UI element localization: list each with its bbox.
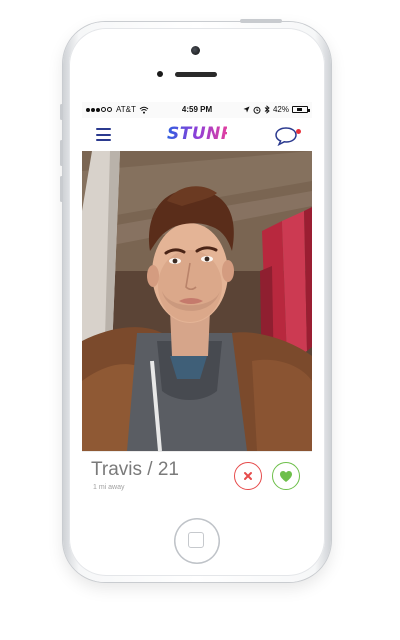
app-logo: STUNR <box>167 124 235 144</box>
status-bar: AT&T 4:59 PM 42% <box>82 102 312 118</box>
volume-down-button <box>60 176 63 202</box>
proximity-sensor <box>157 71 163 77</box>
profile-info-bar: Travis / 21 1 mi away <box>82 451 312 502</box>
power-button <box>240 19 282 23</box>
bluetooth-icon <box>264 105 270 114</box>
close-icon <box>244 472 252 480</box>
front-camera <box>191 46 200 55</box>
location-icon <box>243 106 250 113</box>
battery-level <box>297 108 303 111</box>
volume-up-button <box>60 140 63 166</box>
heart-icon <box>280 470 292 482</box>
status-right: 42% <box>243 105 310 114</box>
profile-distance: 1 mi away <box>93 484 125 491</box>
chat-icon[interactable] <box>274 126 298 146</box>
earpiece-speaker <box>175 72 217 77</box>
profile-photo[interactable] <box>82 151 312 451</box>
home-button[interactable] <box>174 518 220 564</box>
like-button[interactable] <box>272 462 300 490</box>
profile-name-age: Travis / 21 <box>91 459 179 480</box>
app-screen: AT&T 4:59 PM 42% STUNR Travis / 21 1 mi … <box>82 102 312 502</box>
profile-photo-illustration <box>82 151 312 451</box>
battery-icon <box>292 106 310 113</box>
battery-percent: 42% <box>272 105 289 114</box>
alarm-icon <box>253 106 261 114</box>
notification-dot <box>296 129 301 134</box>
nope-button[interactable] <box>234 462 262 490</box>
menu-icon[interactable] <box>96 128 111 141</box>
nav-bar: STUNR <box>82 118 312 152</box>
mute-switch <box>60 104 63 120</box>
